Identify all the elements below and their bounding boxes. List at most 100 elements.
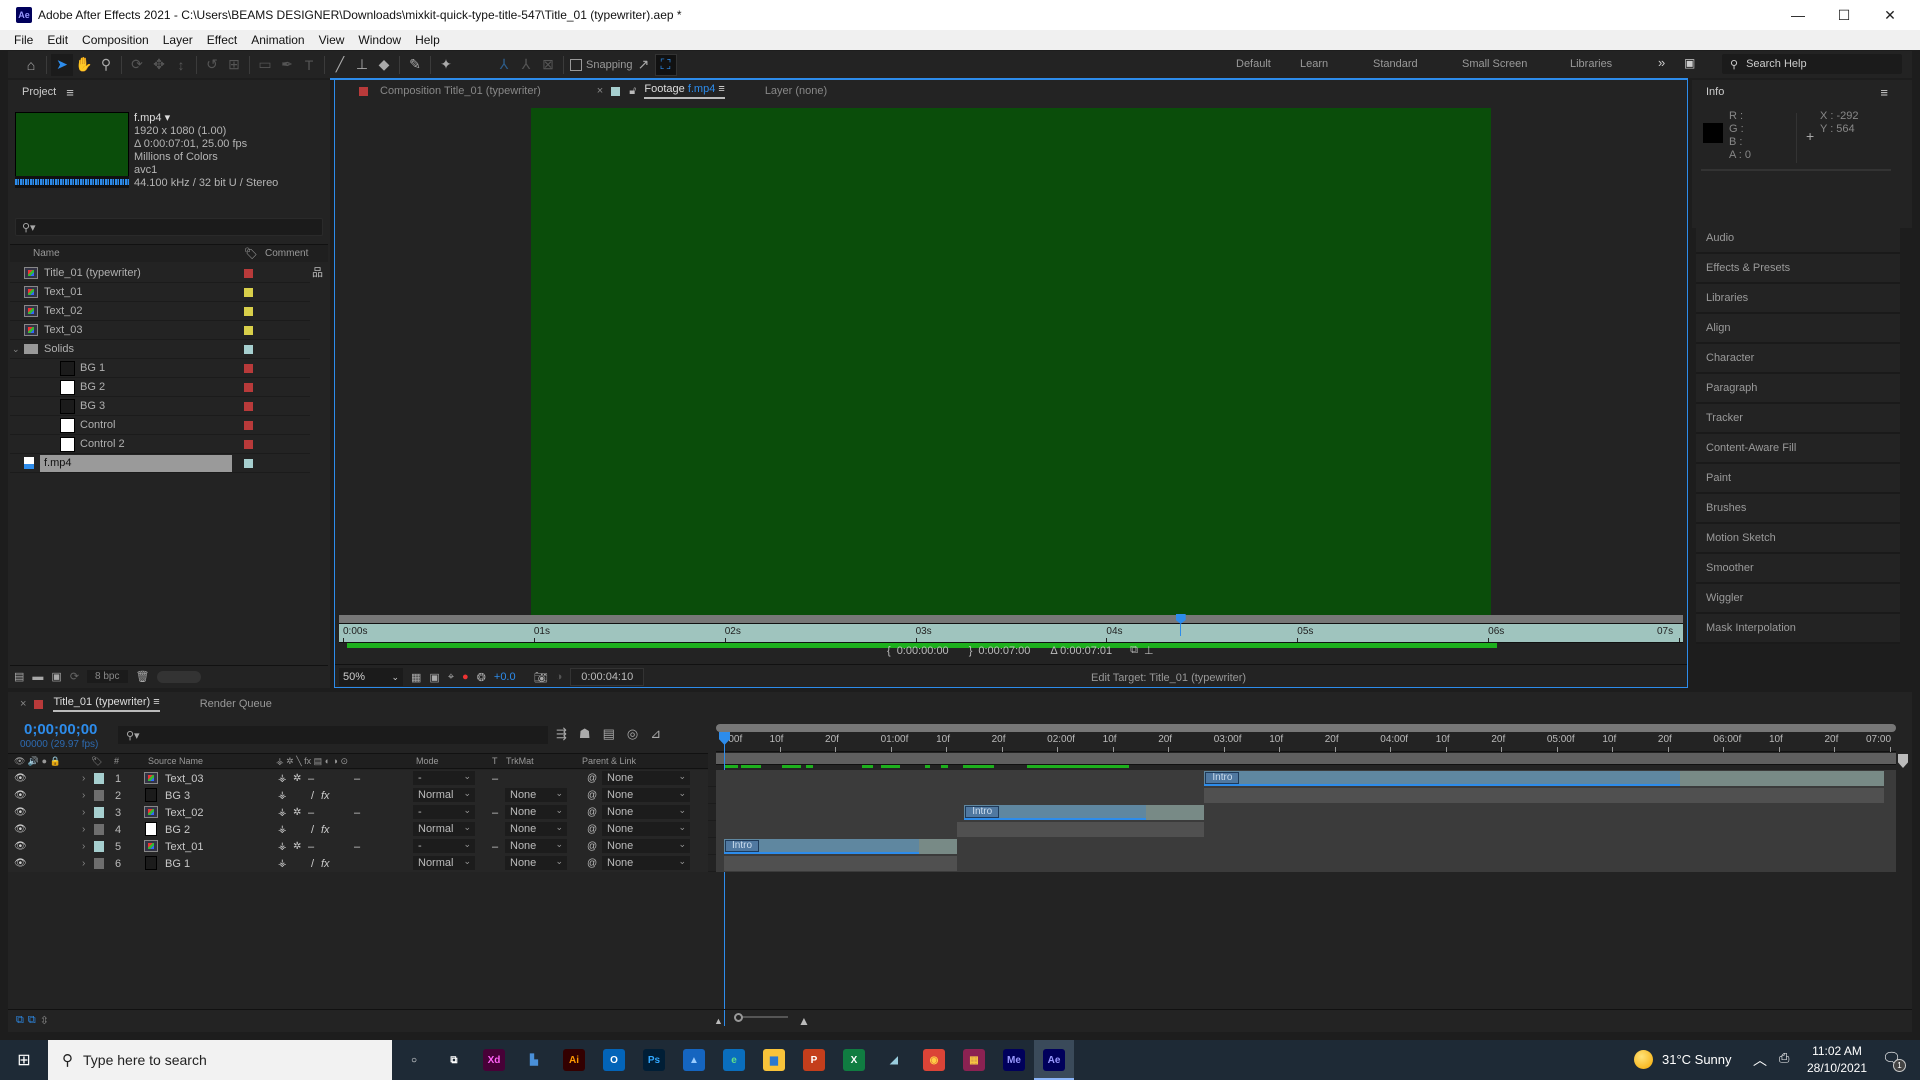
overlay-edit-icon[interactable]: ⊥	[1144, 644, 1154, 657]
expand-arrow-icon[interactable]: ›	[82, 841, 85, 852]
transfer-controls-toggle-icon[interactable]: ⧉	[28, 1014, 36, 1027]
project-item[interactable]: Title_01 (typewriter)	[10, 264, 310, 283]
taskbar-app-winrar[interactable]: ▦	[954, 1040, 994, 1080]
exposure-value[interactable]: +0.0	[494, 671, 516, 683]
roto-brush-tool-icon[interactable]: ✎	[404, 54, 426, 76]
timecode-display[interactable]: 0;00;00;00	[24, 721, 97, 738]
weather-text[interactable]: 31°C Sunny	[1662, 1052, 1732, 1067]
current-time-display[interactable]: 0:00:04:10	[570, 668, 645, 686]
parent-dropdown[interactable]: None ⌄	[602, 771, 690, 785]
label-color-swatch[interactable]	[244, 288, 253, 297]
snap-feature-icon[interactable]: ⛶	[654, 53, 677, 76]
layer-marker[interactable]: Intro	[1205, 772, 1240, 784]
menu-view[interactable]: View	[312, 33, 352, 47]
show-snapshot-icon[interactable]: ◑	[556, 671, 563, 683]
render-icon[interactable]: ⟳	[70, 670, 79, 683]
frame-blend-switch-icon[interactable]: –	[354, 773, 360, 785]
layer-name[interactable]: Text_01	[165, 841, 204, 853]
anchor-point-tool-icon[interactable]: ⊞	[223, 54, 245, 76]
project-item[interactable]: Text_02	[10, 302, 310, 321]
expand-arrow-icon[interactable]: ⌄	[12, 344, 20, 355]
close-tab-icon[interactable]: ×	[20, 698, 26, 710]
taskbar-app-photos[interactable]: ▲	[674, 1040, 714, 1080]
fx-switch-icon[interactable]: fx	[321, 858, 330, 870]
taskbar-app-outlook[interactable]: O	[594, 1040, 634, 1080]
minimize-button[interactable]: —	[1775, 0, 1821, 30]
panel-paint[interactable]: Paint	[1696, 464, 1900, 494]
layer-name[interactable]: Text_02	[165, 807, 204, 819]
eye-visibility-icon[interactable]: 👁	[14, 841, 27, 852]
blend-mode-dropdown[interactable]: Normal ⌄	[413, 822, 475, 836]
layer-row[interactable]: 👁 › 6 BG 1 ⚶ / fx Normal ⌄ None ⌄ @ None ⌄	[8, 855, 1896, 872]
new-folder-icon[interactable]: ▬	[32, 671, 43, 683]
search-help-field[interactable]: ⚲ Search Help	[1722, 54, 1902, 74]
panel-paragraph[interactable]: Paragraph	[1696, 374, 1900, 404]
panel-content-aware-fill[interactable]: Content-Aware Fill	[1696, 434, 1900, 464]
taskbar-app-photoshop[interactable]: Ps	[634, 1040, 674, 1080]
track-matte-dropdown[interactable]: None ⌄	[505, 788, 567, 802]
workspace-default[interactable]: Default	[1236, 58, 1271, 70]
home-icon[interactable]: ⌂	[20, 54, 42, 76]
collapse-transform-icon[interactable]: ✲	[293, 773, 301, 784]
shy-switch-icon[interactable]: ⚶	[278, 824, 287, 835]
taskbar-app-media-encoder[interactable]: Me	[994, 1040, 1034, 1080]
taskbar-app-edge[interactable]: e	[714, 1040, 754, 1080]
thumbnail-slider[interactable]	[157, 670, 202, 683]
orbit-camera-icon[interactable]: ⟳	[126, 54, 148, 76]
windows-start-icon[interactable]: ⊞	[0, 1040, 48, 1080]
layer-label-swatch[interactable]	[94, 824, 104, 835]
in-point-time[interactable]: 0:00:00:00	[897, 645, 949, 657]
hand-tool-icon[interactable]: ✋	[73, 54, 95, 76]
layer-row[interactable]: 👁 › 4 BG 2 ⚶ / fx Normal ⌄ None ⌄ @ None ⌄	[8, 821, 1896, 838]
interpret-footage-icon[interactable]: ▤	[14, 670, 24, 683]
eye-visibility-icon[interactable]: 👁	[14, 824, 27, 835]
expand-arrow-icon[interactable]: ›	[82, 824, 85, 835]
taskbar-app-notes[interactable]: ◢	[874, 1040, 914, 1080]
project-item[interactable]: ⌄ Solids	[10, 340, 310, 359]
project-item[interactable]: BG 3	[10, 397, 310, 416]
layer-marker[interactable]: Intro	[965, 806, 1000, 818]
collapse-transform-icon[interactable]: ✲	[293, 841, 301, 852]
label-color-swatch[interactable]	[244, 402, 253, 411]
layer-label-swatch[interactable]	[94, 858, 104, 869]
layer-duration-bar[interactable]	[724, 856, 958, 871]
parent-pickwhip-icon[interactable]: @	[587, 824, 597, 835]
preserve-transparency-icon[interactable]: –	[492, 841, 498, 853]
local-axis-icon[interactable]: ⅄	[493, 54, 515, 76]
shy-switch-icon[interactable]: ⚶	[278, 841, 287, 852]
selection-tool-icon[interactable]: ➤	[51, 53, 73, 76]
mask-visibility-icon[interactable]: ▣	[429, 671, 439, 684]
panel-character[interactable]: Character	[1696, 344, 1900, 374]
blend-mode-dropdown[interactable]: - ⌄	[413, 771, 475, 785]
layer-name[interactable]: BG 2	[165, 824, 190, 836]
rotation-tool-icon[interactable]: ↺	[201, 54, 223, 76]
label-color-swatch[interactable]	[244, 345, 253, 354]
timeline-ruler[interactable]: 0:00f 10f 20f 01:00f 10f 20f 02:00f 10f 20f 03:00…	[716, 732, 1896, 752]
comp-marker-bin-icon[interactable]	[1898, 754, 1908, 768]
project-item[interactable]: Control 2	[10, 435, 310, 454]
timeline-zoom-slider[interactable]	[736, 1016, 788, 1018]
layer-duration-bar[interactable]	[957, 822, 1205, 837]
track-matte-dropdown[interactable]: None ⌄	[505, 839, 567, 853]
view-axis-icon[interactable]: ⊠	[537, 54, 559, 76]
frame-blend-switch-icon[interactable]: –	[354, 807, 360, 819]
snapshot-icon[interactable]: 📷︎	[534, 671, 548, 684]
eye-visibility-icon[interactable]: 👁	[14, 807, 27, 818]
expand-arrow-icon[interactable]: ›	[82, 790, 85, 801]
clone-stamp-tool-icon[interactable]: ⊥	[351, 54, 373, 76]
world-axis-icon[interactable]: ⅄	[515, 54, 537, 76]
layer-row[interactable]: 👁 › 1 Text_03 ⚶ ✲ – – - ⌄ – @ None ⌄ Intro	[8, 770, 1896, 787]
meet-now-icon[interactable]: ⎙	[1779, 1050, 1789, 1066]
parent-pickwhip-icon[interactable]: @	[587, 773, 597, 784]
taskbar-app-adobe-xd[interactable]: Xd	[474, 1040, 514, 1080]
in-point-icon[interactable]: {	[887, 645, 891, 657]
color-management-icon[interactable]: ❂	[477, 671, 486, 684]
layer-marker[interactable]: Intro	[725, 840, 760, 852]
quality-switch-icon[interactable]: –	[308, 773, 314, 785]
label-color-swatch[interactable]	[244, 269, 253, 278]
workspace-standard[interactable]: Standard	[1373, 58, 1418, 70]
motion-blur-icon[interactable]: ◎	[627, 726, 638, 742]
project-item[interactable]: Text_01	[10, 283, 310, 302]
panel-wiggler[interactable]: Wiggler	[1696, 584, 1900, 614]
zoom-out-icon[interactable]: ▲	[714, 1016, 723, 1026]
